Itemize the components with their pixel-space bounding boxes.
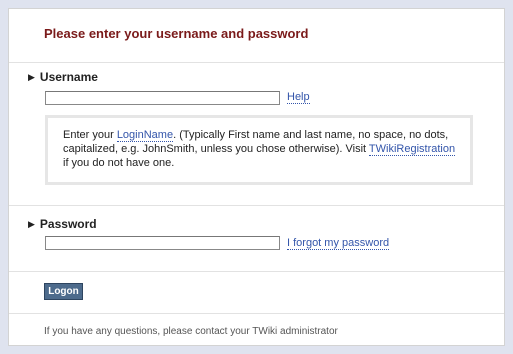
divider bbox=[9, 313, 504, 314]
help-text: Enter your LoginName. (Typically First n… bbox=[63, 128, 458, 170]
loginname-link[interactable]: LoginName bbox=[116, 129, 174, 142]
title-section: Please enter your username and password bbox=[9, 9, 504, 63]
divider bbox=[9, 205, 504, 206]
password-label-row: ▶ Password bbox=[28, 217, 97, 231]
triangle-right-icon: ▶ bbox=[28, 72, 35, 82]
twiki-registration-link[interactable]: TWikiRegistration bbox=[368, 143, 456, 156]
help-text-prefix: Enter your bbox=[63, 129, 117, 141]
footer-text: If you have any questions, please contac… bbox=[44, 326, 338, 337]
logon-button[interactable]: Logon bbox=[44, 283, 83, 300]
username-help-box: Enter your LoginName. (Typically First n… bbox=[45, 115, 473, 185]
help-text-suffix: if you do not have one. bbox=[63, 157, 175, 169]
divider bbox=[9, 271, 504, 272]
username-label-row: ▶ Username bbox=[28, 70, 98, 84]
triangle-right-icon: ▶ bbox=[28, 219, 35, 229]
help-link[interactable]: Help bbox=[287, 91, 310, 104]
login-panel: Please enter your username and password … bbox=[8, 8, 505, 346]
page-title: Please enter your username and password bbox=[44, 26, 309, 41]
password-input[interactable] bbox=[45, 236, 280, 250]
password-label: Password bbox=[39, 217, 97, 231]
username-label: Username bbox=[39, 70, 98, 84]
username-input[interactable] bbox=[45, 91, 280, 105]
forgot-password-link[interactable]: I forgot my password bbox=[287, 237, 390, 250]
